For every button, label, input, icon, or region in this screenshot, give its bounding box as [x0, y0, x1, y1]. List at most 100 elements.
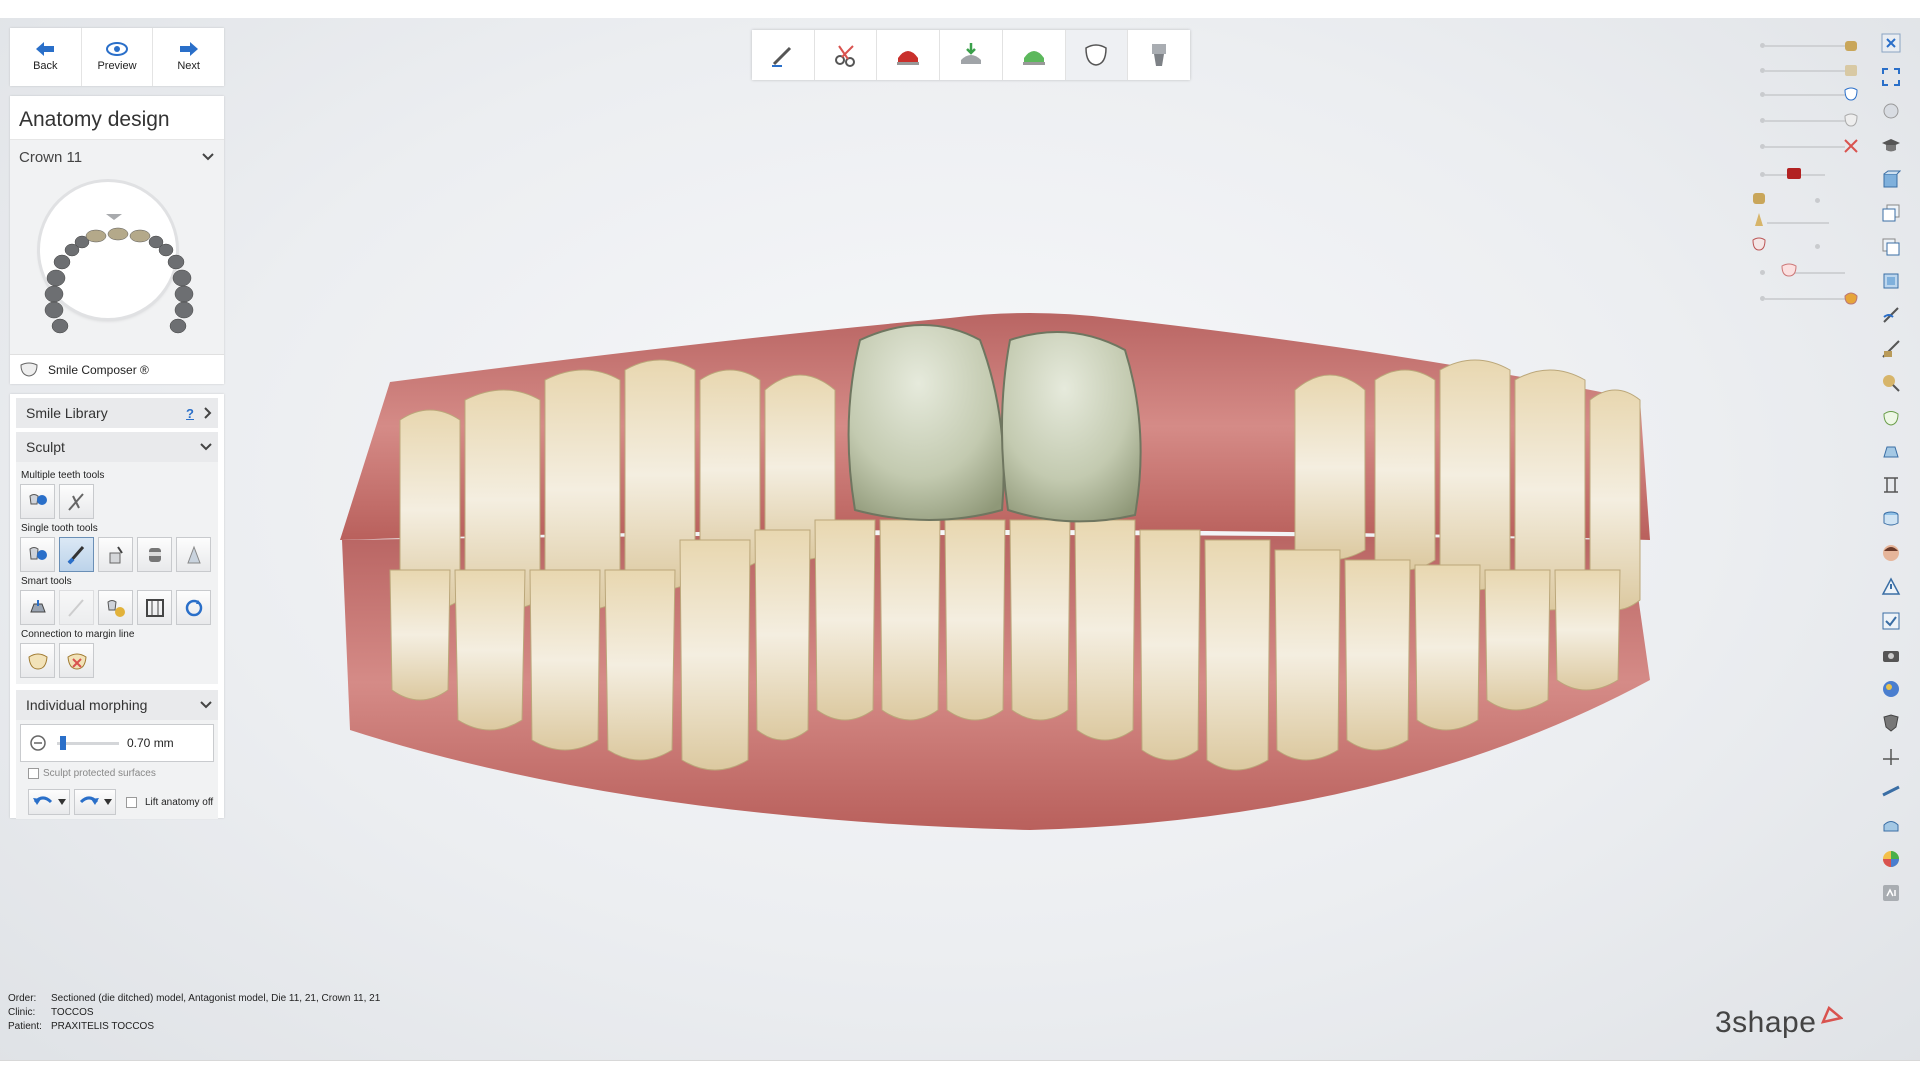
visibility-slider-margin[interactable]	[1755, 136, 1865, 156]
top-border	[0, 0, 1920, 18]
close-view-button[interactable]	[1876, 28, 1906, 58]
screenshot-button[interactable]	[1876, 640, 1906, 670]
color-wheel-icon	[1883, 851, 1899, 867]
color-map-icon	[1883, 681, 1899, 697]
face-icon	[1883, 545, 1899, 561]
chevron-right-icon	[204, 407, 212, 419]
education-button[interactable]	[1876, 130, 1906, 160]
brush-icon	[67, 545, 84, 564]
clipping-tool-button[interactable]	[1876, 436, 1906, 466]
model-base-button[interactable]	[1876, 810, 1906, 840]
3d-viewport[interactable]	[330, 300, 1680, 860]
cross-section-button[interactable]	[1876, 470, 1906, 500]
visibility-slider-prep[interactable]	[1755, 84, 1865, 104]
cut-tool[interactable]	[176, 537, 211, 572]
visibility-slider-gingiva[interactable]	[1755, 164, 1865, 184]
face-view-button[interactable]	[1876, 538, 1906, 568]
checklist-button[interactable]	[1876, 606, 1906, 636]
visibility-slider-antagonist[interactable]	[1755, 110, 1865, 130]
visibility-slider-dies[interactable]	[1755, 60, 1865, 80]
single-transform-tool[interactable]	[20, 537, 55, 572]
scan-texture-icon	[1844, 292, 1858, 305]
morph-size-slider[interactable]	[57, 736, 119, 750]
undo-button[interactable]	[28, 789, 70, 815]
visibility-slider-pin[interactable]	[1755, 212, 1865, 232]
visibility-slider-upper[interactable]	[1752, 236, 1865, 256]
section-icon	[1883, 307, 1899, 323]
texture-tool-button[interactable]	[1876, 368, 1906, 398]
smart-occlusion-tool[interactable]	[59, 590, 94, 625]
sculpt-brush-tool[interactable]	[59, 537, 94, 572]
crown-gold-icon	[1845, 41, 1857, 51]
sculpt-protected-checkbox[interactable]	[28, 768, 39, 779]
visibility-slider-crowns[interactable]	[1755, 35, 1865, 55]
crown-selector[interactable]: Crown 11	[10, 140, 224, 174]
smile-composer-button[interactable]: Smile Composer ®	[10, 354, 224, 384]
order-label: Order:	[8, 993, 37, 1004]
smart-adapt-tool[interactable]	[98, 590, 133, 625]
step-post-processing[interactable]	[1128, 30, 1190, 80]
tooth-blue-icon	[1844, 87, 1858, 101]
step-margin-line[interactable]	[752, 30, 815, 80]
step-insertion[interactable]	[940, 30, 1003, 80]
warnings-button[interactable]	[1876, 572, 1906, 602]
smart-contact-tool[interactable]	[20, 590, 55, 625]
sculpt-header[interactable]: Sculpt	[16, 432, 218, 462]
fullscreen-button[interactable]	[1876, 62, 1906, 92]
occlusion-button[interactable]	[1876, 708, 1906, 738]
visibility-slider-model[interactable]	[1753, 190, 1865, 210]
back-button[interactable]: Back	[10, 28, 82, 86]
help-link[interactable]: ?	[186, 406, 194, 421]
preview-button[interactable]: Preview	[82, 28, 154, 86]
redo-button[interactable]	[74, 789, 116, 815]
cube-right-icon	[1882, 238, 1900, 256]
sculpt-protected-option[interactable]: Sculpt protected surfaces	[28, 768, 214, 779]
snap-tool-button[interactable]	[1876, 402, 1906, 432]
step-die-cut[interactable]	[815, 30, 878, 80]
add-material-tool[interactable]	[98, 537, 133, 572]
step-coping[interactable]	[877, 30, 941, 80]
view-front-button[interactable]	[1876, 164, 1906, 194]
dental-model-illustration	[340, 313, 1650, 830]
multi-transform-tool[interactable]	[20, 484, 55, 519]
color-wheel-button[interactable]	[1876, 844, 1906, 874]
slider-track	[57, 742, 119, 745]
lift-anatomy-checkbox[interactable]	[126, 796, 137, 808]
pen-icon	[67, 492, 84, 511]
scan-view-button[interactable]	[1876, 504, 1906, 534]
smart-reset-tool[interactable]	[176, 590, 211, 625]
visibility-slider-scan[interactable]	[1755, 288, 1865, 308]
cross-section-icon	[1884, 477, 1898, 493]
rotate-view-button[interactable]	[1876, 96, 1906, 126]
smart-frame-tool[interactable]	[137, 590, 172, 625]
measure-tool-button[interactable]	[1876, 334, 1906, 364]
axis-button[interactable]	[1876, 742, 1906, 772]
clinic-value: TOCCOS	[51, 1007, 94, 1018]
section-tool-button[interactable]	[1876, 300, 1906, 330]
color-map-button[interactable]	[1876, 674, 1906, 704]
step-cement-gap[interactable]	[1003, 30, 1066, 80]
disconnect-margin-tool[interactable]	[59, 643, 94, 678]
slider-thumb[interactable]	[60, 736, 66, 750]
morphing-header[interactable]: Individual morphing	[16, 690, 218, 720]
view-left-button[interactable]	[1876, 198, 1906, 228]
tooth-icon	[20, 362, 38, 377]
next-button[interactable]: Next	[153, 28, 224, 86]
tooth-chart-teeth	[44, 214, 194, 334]
step-anatomy-design[interactable]	[1065, 30, 1129, 80]
cube-top-icon	[1883, 273, 1899, 289]
settings-button[interactable]	[1876, 878, 1906, 908]
multi-shape-tool[interactable]	[59, 484, 94, 519]
redo-icon	[79, 796, 99, 805]
ruler-button[interactable]	[1876, 776, 1906, 806]
smile-library-header[interactable]: Smile Library ?	[16, 398, 218, 428]
sculpt-section: Multiple teeth tools Single tooth tools …	[16, 462, 218, 684]
visibility-slider-lower[interactable]	[1755, 262, 1865, 282]
connect-margin-tool[interactable]	[20, 643, 55, 678]
preview-label: Preview	[97, 60, 137, 72]
tooth-chart[interactable]	[10, 174, 224, 354]
view-right-button[interactable]	[1876, 232, 1906, 262]
view-top-button[interactable]	[1876, 266, 1906, 296]
coping-red-icon	[897, 51, 920, 65]
smooth-tool[interactable]	[137, 537, 172, 572]
